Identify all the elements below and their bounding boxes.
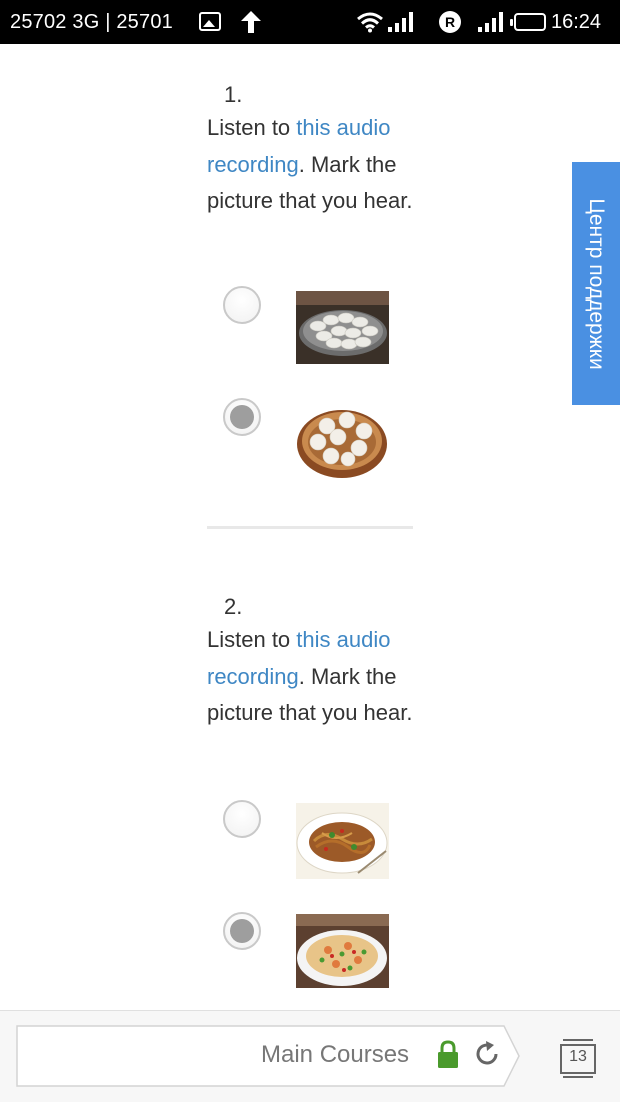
- prompt-text-before: Listen to: [207, 115, 297, 140]
- r-badge-icon: R: [439, 11, 461, 33]
- radio-button-selected[interactable]: [223, 912, 261, 950]
- question-number: 2.: [224, 594, 243, 619]
- fried-rice-image[interactable]: [296, 914, 389, 988]
- noodles-plate-image[interactable]: [296, 803, 389, 879]
- question-number: 1.: [224, 82, 243, 107]
- question-divider: [207, 526, 413, 529]
- page-title: Main Courses: [261, 1041, 410, 1068]
- image-notification-icon: [199, 12, 221, 31]
- battery-icon: [510, 13, 546, 31]
- support-center-tab[interactable]: Центр поддержки: [572, 162, 620, 405]
- lock-icon: [438, 1040, 458, 1068]
- question-prompt: Listen to this audio recording. Mark the…: [207, 622, 427, 732]
- signal-icon: [388, 12, 413, 32]
- prompt-text-before: Listen to: [207, 627, 297, 652]
- radio-button[interactable]: [223, 286, 261, 324]
- tabs-switcher-button[interactable]: 13: [559, 1038, 597, 1078]
- dumplings-plate-image[interactable]: [296, 291, 389, 364]
- radio-button[interactable]: [223, 800, 261, 838]
- status-bar: 25702 3G | 25701 R 16:24: [0, 0, 620, 44]
- reload-icon[interactable]: [472, 1039, 502, 1069]
- question-2: 2. Listen to this audio recording. Mark …: [207, 592, 427, 732]
- tab-count: 13: [569, 1048, 587, 1065]
- browser-toolbar: Main Courses 13: [0, 1010, 620, 1102]
- wifi-icon: [357, 12, 383, 33]
- upload-arrow-icon: [241, 11, 261, 33]
- carrier-text: 25702 3G | 25701: [10, 11, 173, 33]
- signal-icon: [478, 12, 503, 32]
- address-bar[interactable]: Main Courses: [16, 1025, 520, 1087]
- support-center-label: Центр поддержки: [585, 197, 608, 370]
- steamed-buns-image[interactable]: [296, 400, 389, 480]
- status-time: 16:24: [551, 11, 602, 33]
- question-prompt: Listen to this audio recording. Mark the…: [207, 110, 427, 220]
- question-1: 1. Listen to this audio recording. Mark …: [207, 80, 427, 220]
- radio-button-selected[interactable]: [223, 398, 261, 436]
